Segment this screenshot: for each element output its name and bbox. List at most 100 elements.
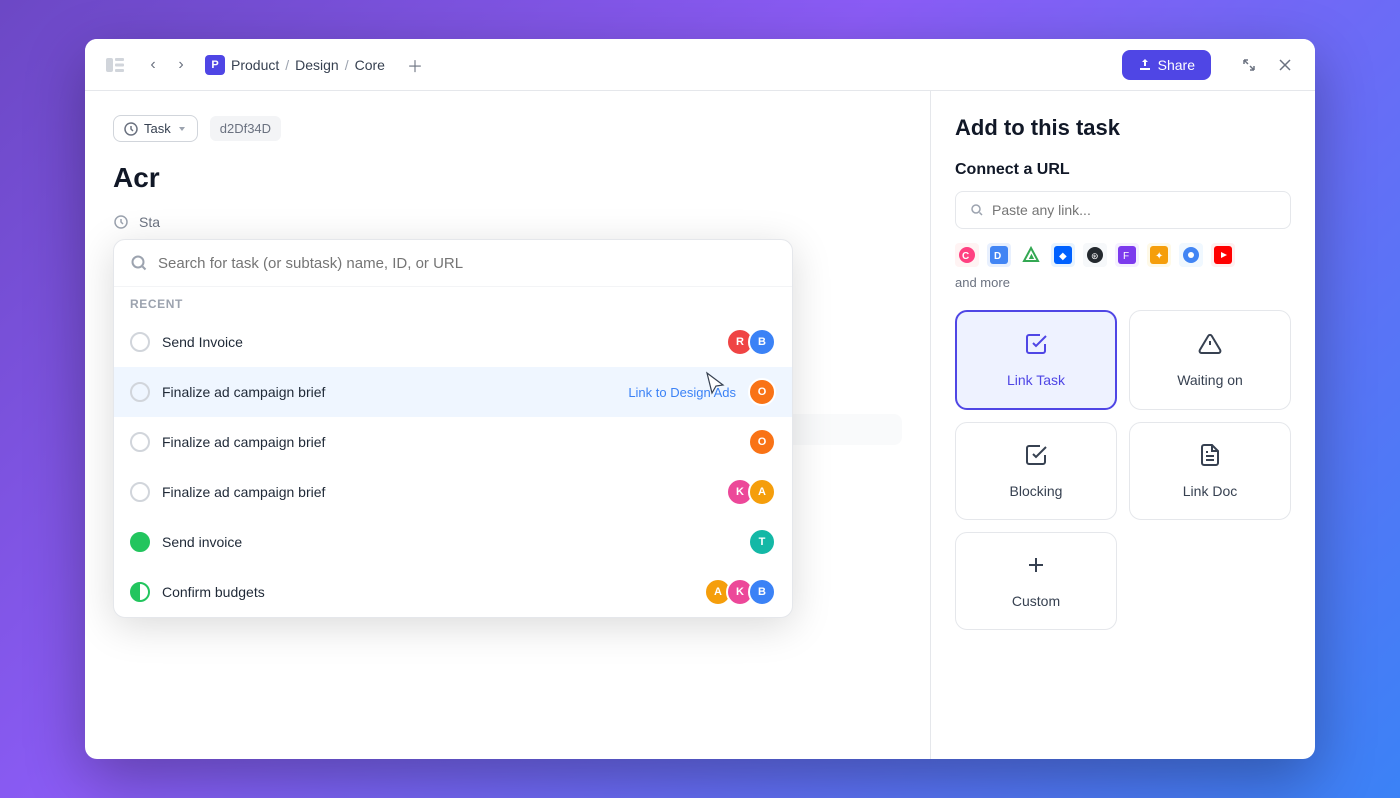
link-doc-label: Link Doc [1183,483,1237,499]
expand-button[interactable] [1235,51,1263,79]
link-doc-card[interactable]: Link Doc [1129,422,1291,520]
task-name-label: Confirm budgets [162,584,692,600]
task-row[interactable]: Finalize ad campaign brief KA [114,467,792,517]
window-controls [1235,51,1299,79]
svg-text:D: D [994,251,1001,262]
project-icon: P [205,55,225,75]
dropbox-icon[interactable]: ◆ [1051,243,1075,267]
left-panel: Task d2Df34D Acr Sta Ass Tag [85,91,930,759]
add-tab-button[interactable]: ＋ [401,51,429,79]
chrome-icon[interactable] [1179,243,1203,267]
task-field-status[interactable]: Sta [113,214,902,230]
task-status-icon [130,482,150,502]
task-link-label: Link to Design Ads [628,385,736,400]
task-name-label: Send Invoice [162,334,714,350]
task-title: Acr [113,162,902,194]
avatar-group: O [748,378,776,406]
breadcrumb-core[interactable]: Core [355,57,385,73]
breadcrumb-design[interactable]: Design [295,57,339,73]
docs-icon[interactable]: D [987,243,1011,267]
right-panel: Add to this task Connect a URL C D [930,91,1315,759]
recent-section-label: Recent [114,287,792,317]
avatar: B [748,578,776,606]
integrations-row: C D ▲ ◆ ⊛ [955,243,1291,290]
avatar: T [748,528,776,556]
status-icon [113,214,129,230]
breadcrumb-product[interactable]: Product [231,57,279,73]
action-cards: Link Task Waiting on [955,310,1291,520]
svg-text:⊛: ⊛ [1091,251,1099,261]
nav-arrows: ‹ › [141,53,193,77]
search-icon-small [970,203,984,217]
search-input[interactable] [158,255,776,272]
task-row[interactable]: Finalize ad campaign brief O [114,417,792,467]
close-button[interactable] [1271,51,1299,79]
avatar-group: T [748,528,776,556]
waiting-on-label: Waiting on [1177,372,1243,388]
custom-card[interactable]: Custom [955,532,1117,630]
task-name-label: Send invoice [162,534,736,550]
connect-url-label: Connect a URL [955,161,1291,179]
svg-text:◆: ◆ [1059,251,1067,262]
avatar-group: O [748,428,776,456]
avatar: A [748,478,776,506]
gdrive-icon[interactable]: ▲ [1019,243,1043,267]
waiting-on-icon [1198,332,1222,362]
svg-text:▲: ▲ [1027,251,1036,261]
task-status-icon [130,432,150,452]
task-row[interactable]: Send invoice T [114,517,792,567]
titlebar: ‹ › P Product / Design / Core ＋ Share [85,39,1315,91]
clickup-icon[interactable]: C [955,243,979,267]
custom-label: Custom [1012,593,1060,609]
and-more-label: and more [955,275,1010,290]
forward-button[interactable]: › [169,53,193,77]
url-input[interactable] [992,202,1276,218]
back-button[interactable]: ‹ [141,53,165,77]
task-name-label: Finalize ad campaign brief [162,434,736,450]
task-id-badge: d2Df34D [210,116,281,141]
link-task-icon [1024,332,1048,362]
task-type-badge[interactable]: Task [113,115,198,142]
task-name-label: Finalize ad campaign brief [162,484,714,500]
blocking-card[interactable]: Blocking [955,422,1117,520]
share-button[interactable]: Share [1122,50,1211,80]
svg-text:F: F [1123,251,1129,262]
task-row[interactable]: Confirm budgets AKB [114,567,792,617]
avatar: O [748,428,776,456]
search-input-row [114,240,792,287]
sidebar-toggle-button[interactable] [101,51,129,79]
avatar-group: AKB [704,578,776,606]
task-meta-row: Task d2Df34D [113,115,902,142]
custom-icon [1024,553,1048,583]
task-status-icon [130,582,150,602]
svg-text:C: C [962,251,969,262]
blocking-icon [1024,443,1048,473]
avatar-group: RB [726,328,776,356]
search-dropdown: Recent Send Invoice RB Finalize ad campaig… [113,239,793,618]
task-status-icon [130,332,150,352]
right-panel-title: Add to this task [955,115,1291,141]
link-doc-icon [1198,443,1222,473]
svg-text:✦: ✦ [1155,251,1163,262]
link-task-card[interactable]: Link Task [955,310,1117,410]
main-content: Task d2Df34D Acr Sta Ass Tag [85,91,1315,759]
task-name-label: Finalize ad campaign brief [162,384,616,400]
task-row[interactable]: Finalize ad campaign brief Link to Design… [114,367,792,417]
task-list: Send Invoice RB Finalize ad campaign brief… [114,317,792,617]
task-status-icon [130,382,150,402]
avatar-group: KA [726,478,776,506]
search-icon [130,254,148,272]
url-input-box[interactable] [955,191,1291,229]
waiting-on-card[interactable]: Waiting on [1129,310,1291,410]
ai-icon[interactable]: ✦ [1147,243,1171,267]
avatar: B [748,328,776,356]
task-status-icon [130,532,150,552]
figma-icon[interactable]: F [1115,243,1139,267]
github-icon[interactable]: ⊛ [1083,243,1107,267]
task-row[interactable]: Send Invoice RB [114,317,792,367]
breadcrumb: P Product / Design / Core [205,55,385,75]
blocking-label: Blocking [1010,483,1063,499]
link-task-label: Link Task [1007,372,1065,388]
youtube-icon[interactable] [1211,243,1235,267]
main-window: ‹ › P Product / Design / Core ＋ Share [85,39,1315,759]
